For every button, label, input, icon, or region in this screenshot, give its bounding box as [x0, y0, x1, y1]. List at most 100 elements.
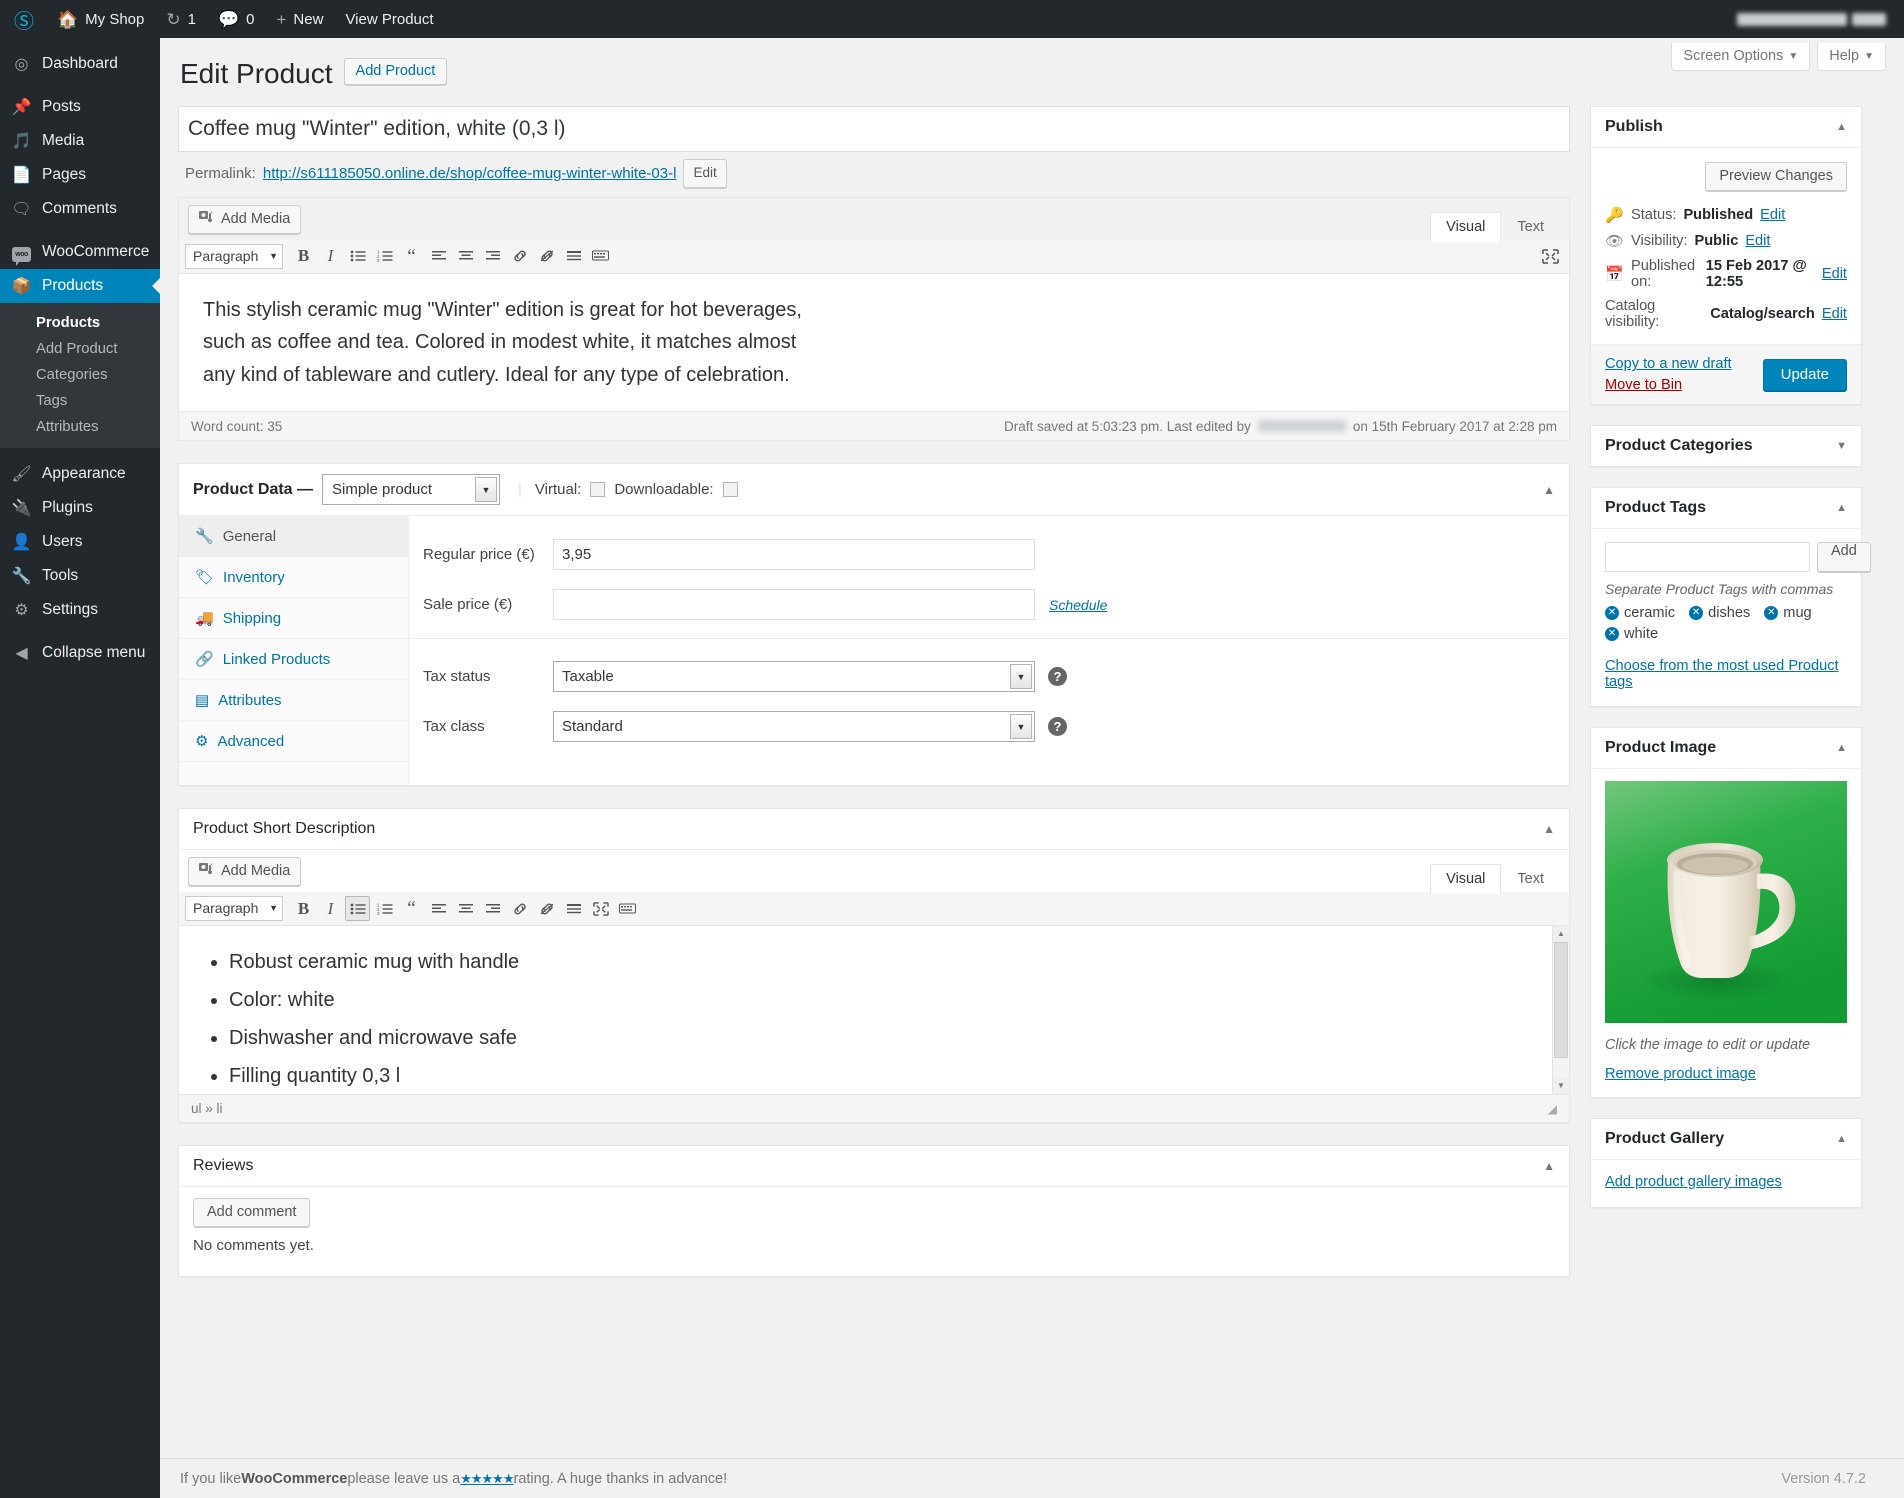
sidebar-item-collapse-menu[interactable]: ◀ Collapse menu — [0, 636, 160, 670]
add-comment-button[interactable]: Add comment — [193, 1198, 311, 1228]
move-to-bin-link[interactable]: Move to Bin — [1605, 377, 1732, 393]
resize-handle[interactable]: ◢ — [1548, 1102, 1557, 1116]
choose-most-used-tags-link[interactable]: Choose from the most used Product tags — [1605, 658, 1847, 690]
question-mark-icon[interactable]: ? — [1048, 717, 1067, 737]
wordpress-logo-icon[interactable]: Ⓢ — [0, 0, 46, 38]
submenu-item-products[interactable]: Products — [0, 310, 160, 336]
updates-menu[interactable]: ↻ 1 — [155, 0, 207, 38]
tax-status-select[interactable]: Taxable ▼ — [553, 661, 1035, 693]
remove-link-icon[interactable] — [534, 896, 559, 921]
align-left-icon[interactable] — [426, 896, 451, 921]
update-button[interactable]: Update — [1762, 358, 1847, 391]
sidebar-item-media[interactable]: 🎵 Media — [0, 124, 160, 158]
distraction-free-icon[interactable] — [1538, 244, 1563, 269]
sidebar-item-woocommerce[interactable]: woo WooCommerce — [0, 235, 160, 269]
sd-tab-visual[interactable]: Visual — [1430, 864, 1502, 895]
submenu-item-attributes[interactable]: Attributes — [0, 414, 160, 440]
insert-link-icon[interactable] — [507, 896, 532, 921]
view-product-link[interactable]: View Product — [334, 0, 444, 38]
tab-advanced[interactable]: ⚙ Advanced — [179, 721, 408, 763]
scroll-up-icon[interactable]: ▲ — [1553, 926, 1569, 943]
tab-inventory[interactable]: 🏷 Inventory — [179, 557, 408, 599]
numbered-list-icon[interactable]: 123 — [372, 896, 397, 921]
remove-tag-icon[interactable]: ✕ — [1605, 606, 1619, 621]
copy-to-new-draft-link[interactable]: Copy to a new draft — [1605, 356, 1732, 372]
distraction-free-icon[interactable] — [588, 896, 613, 921]
edit-status-link[interactable]: Edit — [1760, 207, 1785, 223]
product-title-input[interactable] — [178, 106, 1570, 153]
short-description-scrollbar[interactable]: ▲ ▼ — [1552, 926, 1569, 1095]
align-right-icon[interactable] — [480, 244, 505, 269]
numbered-list-icon[interactable]: 123 — [372, 244, 397, 269]
sidebar-item-tools[interactable]: 🔧 Tools — [0, 559, 160, 593]
permalink-link[interactable]: http://s611185050.online.de/shop/coffee-… — [263, 165, 677, 182]
italic-icon[interactable]: I — [318, 244, 343, 269]
downloadable-checkbox[interactable] — [722, 482, 738, 498]
remove-link-icon[interactable] — [534, 244, 559, 269]
bulleted-list-icon[interactable] — [345, 244, 370, 269]
edit-catalog-link[interactable]: Edit — [1822, 306, 1847, 322]
site-name-menu[interactable]: 🏠 My Shop — [46, 0, 155, 38]
sd-add-media-button[interactable]: Add Media — [188, 857, 302, 887]
toolbar-toggle-icon[interactable] — [588, 244, 613, 269]
product-categories-header[interactable]: Product Categories ▼ — [1591, 426, 1861, 466]
preview-changes-button[interactable]: Preview Changes — [1705, 162, 1847, 192]
bulleted-list-icon[interactable] — [345, 896, 370, 922]
sale-price-input[interactable] — [553, 589, 1035, 621]
sidebar-item-pages[interactable]: 📄 Pages — [0, 158, 160, 192]
sd-format-select[interactable]: Paragraph ▼ — [185, 896, 283, 922]
tab-shipping[interactable]: 🚚 Shipping — [179, 598, 408, 640]
comments-menu[interactable]: 💬 0 — [207, 0, 266, 38]
italic-icon[interactable]: I — [318, 896, 343, 921]
virtual-checkbox[interactable] — [590, 482, 606, 498]
read-more-icon[interactable] — [561, 244, 586, 269]
format-select[interactable]: Paragraph ▼ — [185, 243, 283, 269]
toolbar-toggle-icon[interactable] — [615, 896, 640, 921]
collapse-panel-icon[interactable]: ▲ — [1836, 742, 1847, 754]
sd-tab-text[interactable]: Text — [1501, 864, 1560, 894]
scrollbar-thumb[interactable] — [1554, 942, 1568, 1059]
product-image-thumbnail[interactable] — [1605, 781, 1847, 1024]
insert-link-icon[interactable] — [507, 244, 532, 269]
editor-content-area[interactable]: This stylish ceramic mug "Winter" editio… — [179, 273, 1569, 412]
sidebar-item-plugins[interactable]: 🔌 Plugins — [0, 491, 160, 525]
collapse-panel-icon[interactable]: ▲ — [1836, 121, 1847, 133]
bold-icon[interactable]: B — [291, 896, 316, 921]
sidebar-item-users[interactable]: 👤 Users — [0, 525, 160, 559]
short-description-content[interactable]: Robust ceramic mug with handle Color: wh… — [179, 926, 1569, 1095]
new-content-menu[interactable]: + New — [265, 0, 334, 38]
add-media-button[interactable]: Add Media — [188, 204, 302, 234]
sidebar-item-appearance[interactable]: 🖌 Appearance — [0, 457, 160, 491]
scroll-down-icon[interactable]: ▼ — [1553, 1078, 1569, 1095]
submenu-item-categories[interactable]: Categories — [0, 362, 160, 388]
bold-icon[interactable]: B — [291, 244, 316, 269]
new-tag-input[interactable] — [1605, 542, 1810, 573]
align-center-icon[interactable] — [453, 244, 478, 269]
submenu-item-add-product[interactable]: Add Product — [0, 336, 160, 362]
tax-class-select[interactable]: Standard ▼ — [553, 711, 1035, 743]
blockquote-icon[interactable]: “ — [399, 244, 424, 269]
edit-permalink-button[interactable]: Edit — [683, 159, 727, 188]
tab-general[interactable]: 🔧 General — [179, 516, 408, 558]
collapse-panel-icon[interactable]: ▲ — [1836, 1133, 1847, 1145]
remove-tag-icon[interactable]: ✕ — [1689, 606, 1704, 621]
collapse-panel-icon[interactable]: ▲ — [1543, 1159, 1555, 1173]
tab-attributes[interactable]: ▤ Attributes — [179, 680, 408, 722]
blockquote-icon[interactable]: “ — [399, 896, 424, 921]
sidebar-item-dashboard[interactable]: ◎ Dashboard — [0, 47, 160, 81]
tab-linked-products[interactable]: 🔗 Linked Products — [179, 639, 408, 681]
collapse-panel-icon[interactable]: ▲ — [1543, 822, 1555, 836]
schedule-sale-link[interactable]: Schedule — [1049, 597, 1107, 613]
chevron-down-icon[interactable]: ▼ — [1836, 440, 1847, 452]
add-product-gallery-images-link[interactable]: Add product gallery images — [1605, 1174, 1782, 1190]
align-center-icon[interactable] — [453, 896, 478, 921]
sidebar-item-products[interactable]: 📦 Products — [0, 269, 160, 303]
sidebar-item-comments[interactable]: 🗨 Comments — [0, 192, 160, 226]
product-type-select[interactable]: Simple product ▼ — [322, 474, 501, 506]
collapse-panel-icon[interactable]: ▲ — [1836, 502, 1847, 514]
question-mark-icon[interactable]: ? — [1048, 667, 1067, 687]
align-right-icon[interactable] — [480, 896, 505, 921]
remove-tag-icon[interactable]: ✕ — [1764, 606, 1779, 621]
add-tag-button[interactable]: Add — [1817, 542, 1871, 573]
regular-price-input[interactable] — [553, 539, 1035, 571]
